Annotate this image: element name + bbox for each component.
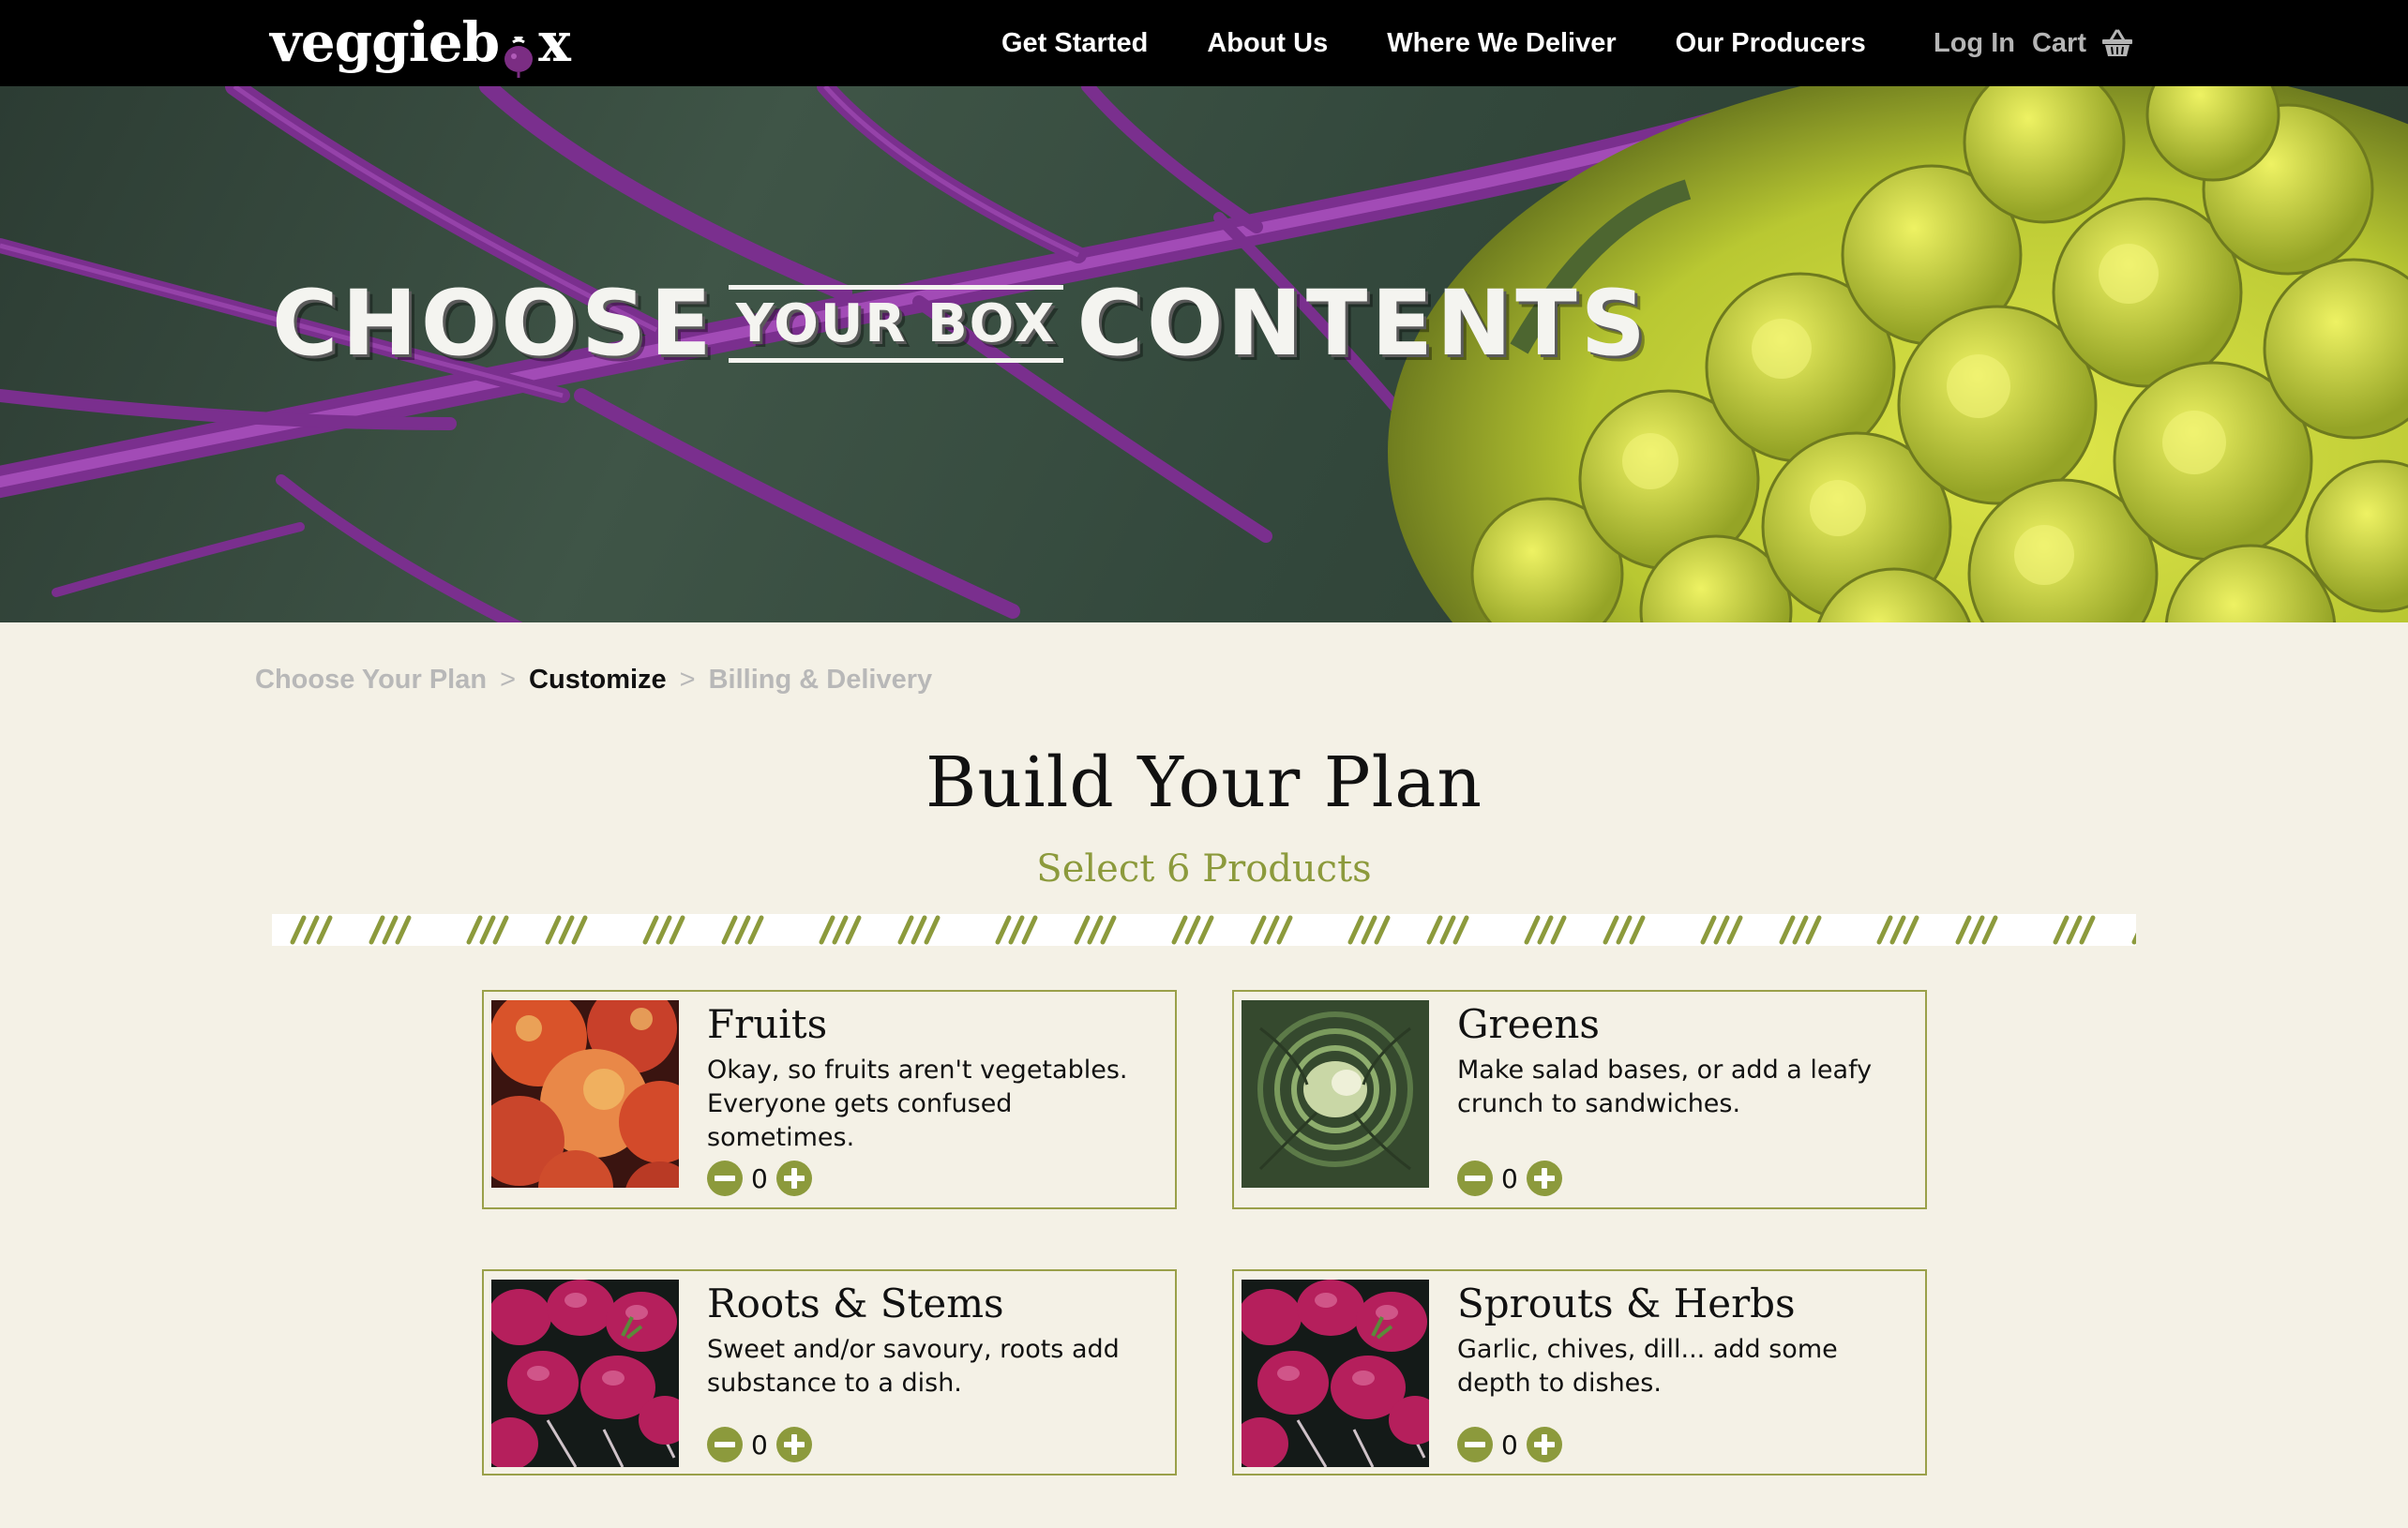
breadcrumb-separator: >	[679, 664, 696, 695]
nav-cart[interactable]: Cart	[2032, 28, 2086, 59]
product-name: Greens	[1457, 1001, 1600, 1047]
minus-icon[interactable]	[707, 1427, 743, 1462]
hero-word-choose: CHOOSE	[272, 271, 715, 376]
nav-our-producers[interactable]: Our Producers	[1676, 28, 1866, 59]
hero-word-your-box: YOUR BOX	[728, 284, 1064, 363]
breadcrumb-billing-delivery[interactable]: Billing & Delivery	[709, 665, 933, 696]
breadcrumb-customize: Customize	[529, 664, 667, 695]
peaches-photo	[491, 1000, 679, 1188]
nav-where-we-deliver[interactable]: Where We Deliver	[1387, 28, 1616, 59]
product-description: Okay, so fruits aren't vegetables. Every…	[707, 1056, 1128, 1152]
nav-get-started[interactable]: Get Started	[1001, 28, 1148, 59]
hero-word-contents: CONTENTS	[1076, 271, 1649, 376]
product-name: Sprouts & Herbs	[1457, 1281, 1796, 1326]
product-card-sprouts-herbs: Sprouts & Herbs Garlic, chives, dill... …	[1232, 1269, 1927, 1476]
breadcrumb-separator: >	[500, 664, 517, 695]
product-name: Roots & Stems	[707, 1281, 1004, 1326]
quantity-stepper: 0	[707, 1161, 812, 1196]
quantity-value: 0	[1501, 1162, 1518, 1194]
breadcrumb-choose-your-plan[interactable]: Choose Your Plan	[255, 665, 487, 696]
plus-icon[interactable]	[1526, 1427, 1562, 1462]
minus-icon[interactable]	[707, 1161, 743, 1196]
plus-icon[interactable]	[1526, 1161, 1562, 1196]
nav-log-in[interactable]: Log In	[1934, 28, 2015, 59]
hero-banner: CHOOSE YOUR BOX CONTENTS	[0, 86, 2408, 622]
breadcrumb: Choose Your Plan > Customize > Billing &…	[255, 661, 932, 698]
quantity-value: 0	[751, 1429, 768, 1461]
nav-about-us[interactable]: About Us	[1207, 28, 1328, 59]
lettuce-photo	[1242, 1000, 1429, 1188]
radishes-photo	[1242, 1280, 1429, 1467]
decorative-divider	[272, 914, 2136, 946]
quantity-value: 0	[1501, 1429, 1518, 1461]
quantity-stepper: 0	[1457, 1161, 1562, 1196]
radishes-photo	[491, 1280, 679, 1467]
product-description: Sweet and/or savoury, roots add substanc…	[707, 1335, 1120, 1398]
basket-icon[interactable]	[2101, 29, 2133, 57]
plus-icon[interactable]	[775, 1427, 812, 1462]
beet-icon	[500, 27, 537, 78]
product-name: Fruits	[707, 1001, 828, 1047]
product-card-roots-stems: Roots & Stems Sweet and/or savoury, root…	[482, 1269, 1177, 1476]
page-title: Build Your Plan	[925, 742, 1483, 823]
product-description: Garlic, chives, dill... add some depth t…	[1457, 1335, 1838, 1398]
quantity-stepper: 0	[707, 1427, 812, 1462]
top-navigation: veggieb x Get Started About Us Where We …	[0, 0, 2408, 86]
hero-heading: CHOOSE YOUR BOX CONTENTS	[272, 272, 1649, 375]
product-description: Make salad bases, or add a leafy crunch …	[1457, 1056, 1873, 1118]
quantity-value: 0	[751, 1162, 768, 1194]
plus-icon[interactable]	[775, 1161, 812, 1196]
veggiebox-logo[interactable]: veggieb x	[270, 10, 571, 78]
page-subtitle: Select 6 Products	[1036, 847, 1372, 891]
minus-icon[interactable]	[1457, 1427, 1493, 1462]
minus-icon[interactable]	[1457, 1161, 1493, 1196]
quantity-stepper: 0	[1457, 1427, 1562, 1462]
product-card-fruits: Fruits Okay, so fruits aren't vegetables…	[482, 990, 1177, 1209]
product-card-greens: Greens Make salad bases, or add a leafy …	[1232, 990, 1927, 1209]
